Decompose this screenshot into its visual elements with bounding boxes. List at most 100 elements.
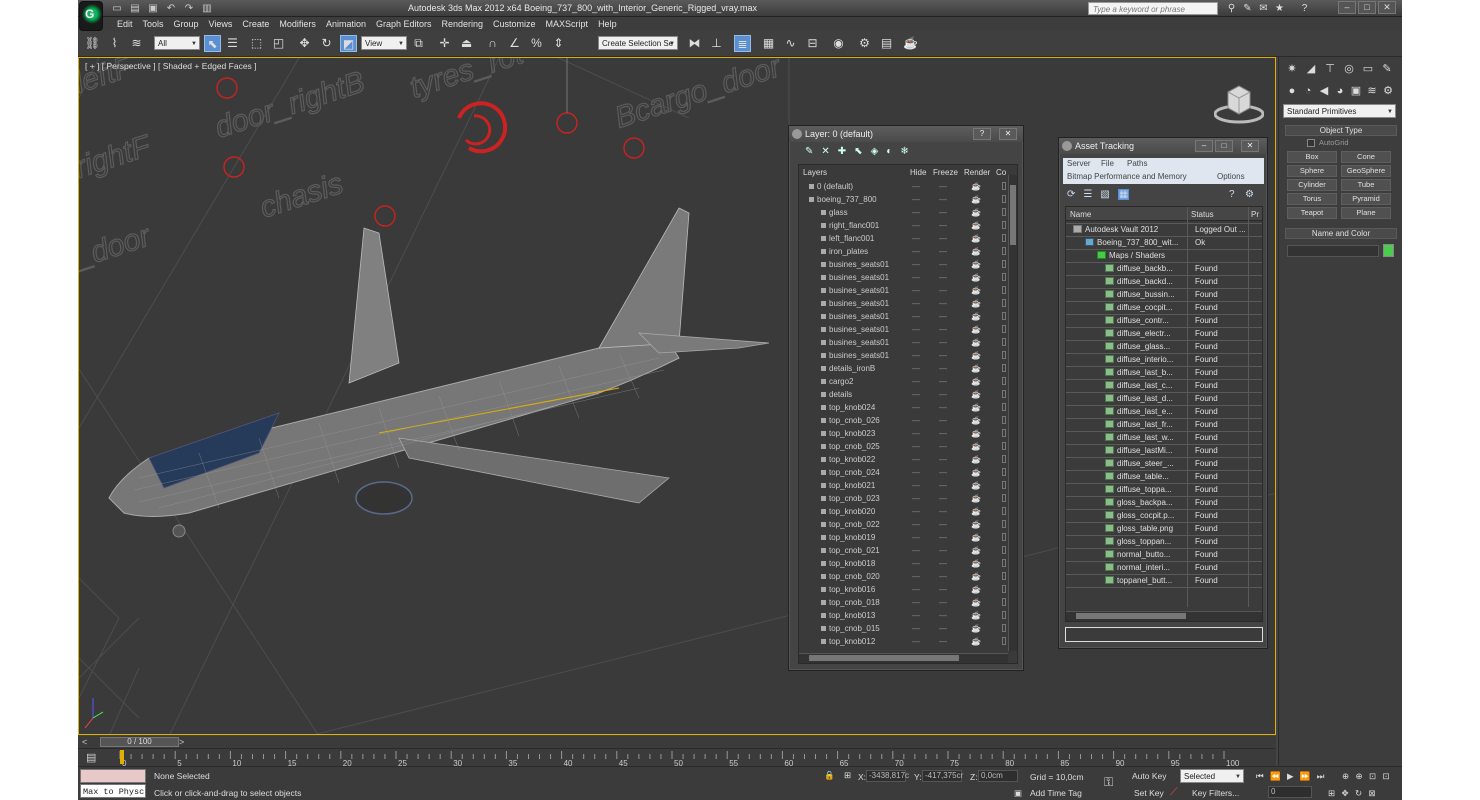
hide-toggle-icon[interactable]: — <box>912 544 920 557</box>
display-tab-icon[interactable]: ▭ <box>1360 61 1376 77</box>
align-icon[interactable]: ⊥ <box>708 35 725 52</box>
asset-menu-file[interactable]: File <box>1101 159 1114 168</box>
asset-col-name[interactable]: Name <box>1070 210 1091 219</box>
layer-color-swatch[interactable] <box>1002 416 1006 424</box>
torus-button[interactable]: Torus <box>1287 193 1337 205</box>
render-toggle-icon[interactable]: ☕ <box>971 609 981 622</box>
freeze-all-icon[interactable]: ❄ <box>900 146 908 157</box>
undo-icon[interactable]: ↶ <box>164 2 178 15</box>
maxscript-listener-output[interactable] <box>80 769 146 783</box>
layer-scroll-thumb[interactable] <box>1010 185 1016 245</box>
freeze-toggle-icon[interactable]: — <box>939 388 947 401</box>
layer-row[interactable]: busines_seats01 — — ☕ <box>799 258 1014 271</box>
asset-col-path[interactable]: Pr <box>1251 210 1259 219</box>
hide-toggle-icon[interactable]: — <box>912 479 920 492</box>
asset-row[interactable]: diffuse_electr... Found <box>1071 327 1261 340</box>
render-toggle-icon[interactable]: ☕ <box>971 479 981 492</box>
render-toggle-icon[interactable]: ☕ <box>971 219 981 232</box>
layer-color-swatch[interactable] <box>1002 533 1006 541</box>
hide-all-icon[interactable]: ◐ <box>886 146 892 157</box>
hide-toggle-icon[interactable]: — <box>912 297 920 310</box>
hierarchy-tab-icon[interactable]: ⊤ <box>1322 61 1338 77</box>
layer-color-swatch[interactable] <box>1002 351 1006 359</box>
redo-icon[interactable]: ↷ <box>182 2 196 15</box>
hide-toggle-icon[interactable]: — <box>912 219 920 232</box>
time-slider[interactable]: 0 / 100 <box>100 737 179 747</box>
project-folder-icon[interactable]: ▥ <box>200 2 214 15</box>
render-toggle-icon[interactable]: ☕ <box>971 622 981 635</box>
layer-row[interactable]: top_cnob_024 — — ☕ <box>799 466 1014 479</box>
freeze-toggle-icon[interactable]: — <box>939 466 947 479</box>
render-toggle-icon[interactable]: ☕ <box>971 336 981 349</box>
teapot-button[interactable]: Teapot <box>1287 207 1337 219</box>
hide-toggle-icon[interactable]: — <box>912 531 920 544</box>
help-icon[interactable]: ? <box>1298 2 1311 15</box>
asset-row[interactable]: Autodesk Vault 2012 Logged Out ... <box>1071 223 1261 236</box>
search-input[interactable]: Type a keyword or phrase <box>1088 2 1218 15</box>
object-name-field[interactable] <box>1287 245 1379 257</box>
layer-row[interactable]: busines_seats01 — — ☕ <box>799 271 1014 284</box>
shapes-icon[interactable]: ◔ <box>1300 83 1316 99</box>
asset-options-icon[interactable]: ⚙ <box>1245 189 1254 200</box>
layer-row[interactable]: top_knob013 — — ☕ <box>799 609 1014 622</box>
layer-row[interactable]: cargo2 — — ☕ <box>799 375 1014 388</box>
asset-col-status[interactable]: Status <box>1191 210 1214 219</box>
hide-toggle-icon[interactable]: — <box>912 362 920 375</box>
app-logo-icon[interactable]: G <box>79 1 103 31</box>
freeze-toggle-icon[interactable]: — <box>939 245 947 258</box>
freeze-toggle-icon[interactable]: — <box>939 180 947 193</box>
lights-icon[interactable]: ◀ <box>1316 83 1332 99</box>
render-toggle-icon[interactable]: ☕ <box>971 323 981 336</box>
rectangular-selection-icon[interactable]: ⬚ <box>248 35 265 52</box>
freeze-toggle-icon[interactable]: — <box>939 635 947 648</box>
layer-color-swatch[interactable] <box>1002 390 1006 398</box>
menu-help[interactable]: Help <box>593 17 622 31</box>
hide-toggle-icon[interactable]: — <box>912 193 920 206</box>
layer-color-swatch[interactable] <box>1002 403 1006 411</box>
asset-row[interactable]: diffuse_last_w... Found <box>1071 431 1261 444</box>
layer-row[interactable]: top_knob020 — — ☕ <box>799 505 1014 518</box>
layer-color-swatch[interactable] <box>1002 520 1006 528</box>
layer-row[interactable]: boeing_737_800 — — ☕ <box>799 193 1014 206</box>
freeze-toggle-icon[interactable]: — <box>939 479 947 492</box>
hide-toggle-icon[interactable]: — <box>912 505 920 518</box>
create-layer-icon[interactable]: ✎ <box>805 146 813 157</box>
freeze-toggle-icon[interactable]: — <box>939 609 947 622</box>
freeze-toggle-icon[interactable]: — <box>939 622 947 635</box>
layer-col-render[interactable]: Render <box>964 168 990 177</box>
freeze-toggle-icon[interactable]: — <box>939 271 947 284</box>
layer-row[interactable]: right_flanc001 — — ☕ <box>799 219 1014 232</box>
asset-row[interactable]: diffuse_last_fr... Found <box>1071 418 1261 431</box>
layer-col-freeze[interactable]: Freeze <box>933 168 958 177</box>
layer-color-swatch[interactable] <box>1002 572 1006 580</box>
freeze-toggle-icon[interactable]: — <box>939 323 947 336</box>
hide-toggle-icon[interactable]: — <box>912 388 920 401</box>
layer-color-swatch[interactable] <box>1002 637 1006 645</box>
freeze-toggle-icon[interactable]: — <box>939 531 947 544</box>
layer-color-swatch[interactable] <box>1002 598 1006 606</box>
layer-color-swatch[interactable] <box>1002 585 1006 593</box>
layer-color-swatch[interactable] <box>1002 559 1006 567</box>
layer-color-swatch[interactable] <box>1002 364 1006 372</box>
window-crossing-icon[interactable]: ◰ <box>270 35 287 52</box>
hide-toggle-icon[interactable]: — <box>912 375 920 388</box>
asset-row[interactable]: diffuse_interio... Found <box>1071 353 1261 366</box>
render-toggle-icon[interactable]: ☕ <box>971 427 981 440</box>
layer-row[interactable]: left_flanc001 — — ☕ <box>799 232 1014 245</box>
render-toggle-icon[interactable]: ☕ <box>971 453 981 466</box>
render-toggle-icon[interactable]: ☕ <box>971 245 981 258</box>
asset-row[interactable]: diffuse_glass... Found <box>1071 340 1261 353</box>
x-coordinate-field[interactable]: -3438,817c <box>866 770 909 782</box>
layer-row[interactable]: glass — — ☕ <box>799 206 1014 219</box>
layer-row[interactable]: details_ironB — — ☕ <box>799 362 1014 375</box>
render-toggle-icon[interactable]: ☕ <box>971 284 981 297</box>
asset-row[interactable]: normal_butto... Found <box>1071 548 1261 561</box>
hide-toggle-icon[interactable]: — <box>912 518 920 531</box>
freeze-toggle-icon[interactable]: — <box>939 596 947 609</box>
asset-list[interactable]: Name Status Pr Autodesk Vault 2012 Logged… <box>1065 206 1263 622</box>
render-toggle-icon[interactable]: ☕ <box>971 206 981 219</box>
key-filter-icon[interactable]: ⟋ <box>1170 786 1178 799</box>
hide-toggle-icon[interactable]: — <box>912 622 920 635</box>
menu-tools[interactable]: Tools <box>138 17 169 31</box>
render-toggle-icon[interactable]: ☕ <box>971 544 981 557</box>
